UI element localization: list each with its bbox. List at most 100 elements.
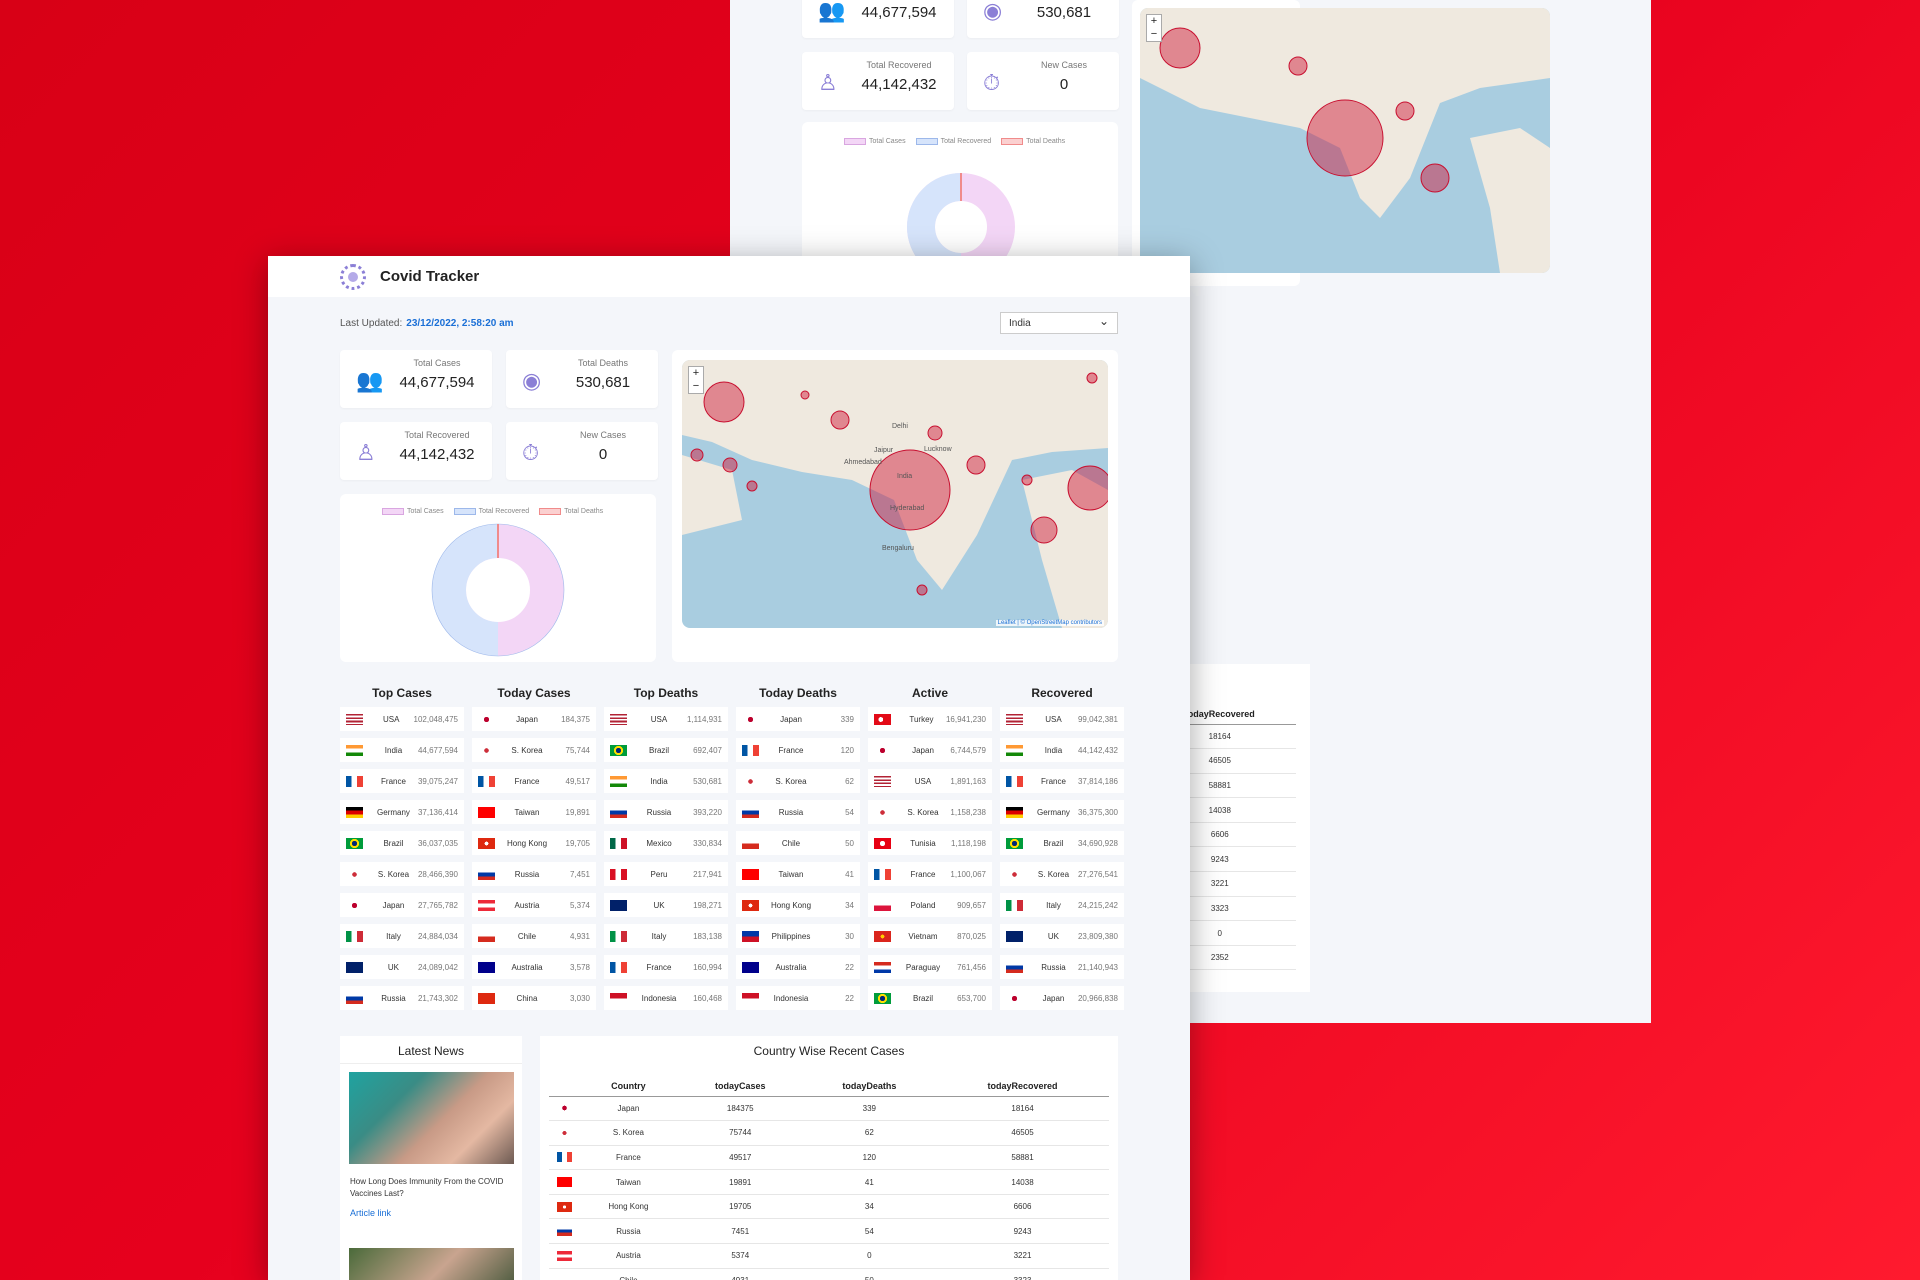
map-label: Ahmedabad — [844, 459, 882, 466]
flag-icon — [874, 713, 891, 725]
country-name: Russia — [381, 993, 406, 1003]
stat-value: 44,142,432 — [861, 76, 937, 93]
list-item: Japan 27,765,782 — [340, 893, 464, 917]
top-bar: Covid Tracker — [268, 256, 1190, 297]
country-name: Peru — [650, 869, 668, 879]
country-name: France — [514, 776, 540, 786]
stat-label: Total Cases — [413, 358, 461, 368]
flag-icon — [556, 1201, 572, 1212]
flag-icon — [874, 775, 891, 787]
flag-icon — [478, 744, 495, 756]
country-name: Russia — [778, 807, 804, 817]
country-name: Austria — [514, 900, 540, 910]
legend-item: Total Recovered — [915, 138, 991, 145]
back-map[interactable]: + − — [1140, 8, 1550, 273]
count-value: 22 — [845, 993, 854, 1003]
list-item: Russia 21,743,302 — [340, 986, 464, 1010]
cell-todayDeaths: 34 — [802, 1194, 937, 1220]
country-name: Japan — [516, 714, 538, 724]
legend-item: Total Deaths — [539, 508, 603, 515]
count-value: 62 — [845, 776, 854, 786]
list-item: Peru 217,941 — [604, 862, 728, 886]
column-header: todayRecovered — [936, 1076, 1109, 1097]
zoom-out-button[interactable]: − — [1147, 28, 1161, 41]
country-name: USA — [914, 776, 932, 786]
country-name: S. Korea — [907, 807, 939, 817]
country-name: USA — [650, 714, 668, 724]
cell-todayCases: 49517 — [677, 1145, 803, 1171]
cell-todayDeaths: 54 — [802, 1218, 937, 1245]
list-top-cases: Top Cases USA 102,048,475 India 44,677,594 Fr… — [340, 686, 464, 1017]
map-canvas: India Delhi Hyderabad Jaipur Lucknow Ben… — [682, 360, 1108, 628]
last-updated-label: Last Updated: — [340, 318, 403, 329]
list-top-deaths: Top Deaths USA 1,114,931 Brazil 692,407 India… — [604, 686, 728, 1017]
cell-todayRecovered: 3221 — [936, 1243, 1109, 1269]
flag-icon — [1006, 837, 1023, 849]
list-item: USA 1,114,931 — [604, 707, 728, 731]
list-item: Japan 339 — [736, 707, 860, 731]
flag-icon — [478, 899, 495, 911]
cell-todayRecovered: 6606 — [936, 1194, 1109, 1220]
cell-todayCases: 19891 — [677, 1169, 803, 1195]
flag-icon — [874, 837, 891, 849]
donut-recovered — [432, 524, 499, 656]
list-item: Hong Kong 19,705 — [472, 831, 596, 855]
flag-icon — [874, 992, 891, 1004]
country-name: USA — [1045, 714, 1062, 724]
list-item: France 37,814,186 — [1000, 769, 1124, 793]
country-name: Brazil — [1043, 838, 1064, 848]
count-value: 44,677,594 — [417, 745, 458, 755]
count-value: 1,118,198 — [951, 838, 986, 848]
flag-icon — [346, 961, 363, 973]
map-attribution[interactable]: Leaflet | © OpenStreetMap contributors — [995, 620, 1104, 626]
country-name: France — [381, 776, 406, 786]
table-row: Russia 7451 54 9243 — [549, 1218, 1109, 1245]
zoom-in-button[interactable]: + — [689, 367, 703, 380]
list-title: Recovered — [1031, 686, 1093, 700]
chart-legend: Total Cases Total Recovered Total Deaths — [844, 138, 1065, 145]
cell-todayDeaths: 50 — [802, 1268, 937, 1280]
map-canvas — [1140, 8, 1550, 273]
count-value: 22 — [845, 962, 854, 972]
article-link[interactable]: Article link — [350, 1208, 512, 1218]
zoom-in-button[interactable]: + — [1147, 15, 1161, 28]
list-item: Poland 909,657 — [868, 893, 992, 917]
world-map[interactable]: India Delhi Hyderabad Jaipur Lucknow Ben… — [682, 360, 1108, 628]
list-item: Paraguay 761,456 — [868, 955, 992, 979]
count-value: 49,517 — [565, 776, 590, 786]
virus-icon: ◉ — [522, 368, 542, 393]
country-name: Chile — [781, 838, 801, 848]
zoom-controls[interactable]: + − — [688, 366, 704, 394]
country-name: Japan — [382, 900, 405, 910]
count-value: 692,407 — [693, 745, 722, 755]
country-name: Indonesia — [641, 993, 677, 1003]
flag-icon — [346, 837, 363, 849]
last-updated: Last Updated: 23/12/2022, 2:58:20 am — [340, 318, 514, 329]
zoom-controls[interactable]: + − — [1146, 14, 1162, 42]
count-value: 1,158,238 — [950, 807, 986, 817]
flag-icon — [610, 744, 627, 756]
list-item: Russia 21,140,943 — [1000, 955, 1124, 979]
list-item: Tunisia 1,118,198 — [868, 831, 992, 855]
list-item: Chile 50 — [736, 831, 860, 855]
flag-icon — [874, 899, 891, 911]
count-value: 3,030 — [569, 993, 590, 1003]
cell-todayCases: 4931 — [677, 1268, 803, 1280]
zoom-out-button[interactable]: − — [689, 380, 703, 393]
country-name: Australia — [775, 962, 807, 972]
legend-item: Total Cases — [844, 138, 906, 145]
map-label: Delhi — [892, 423, 908, 430]
list-item: Brazil 692,407 — [604, 738, 728, 762]
flag-icon — [874, 868, 891, 880]
count-value: 160,994 — [693, 962, 722, 972]
country-name: Italy — [386, 931, 401, 941]
cell-todayDeaths: 120 — [802, 1145, 937, 1171]
country-select[interactable]: India — [1000, 312, 1118, 334]
alert-clock-icon: ⏱ — [522, 440, 540, 465]
stat-label: Total Recovered — [404, 430, 470, 440]
country-name: S. Korea — [1037, 869, 1070, 879]
count-value: 99,042,381 — [1077, 714, 1118, 724]
donut-recovered — [907, 173, 962, 281]
stat-total-recovered: ♙ Total Recovered 44,142,432 — [340, 422, 492, 480]
flag-icon — [346, 868, 363, 880]
